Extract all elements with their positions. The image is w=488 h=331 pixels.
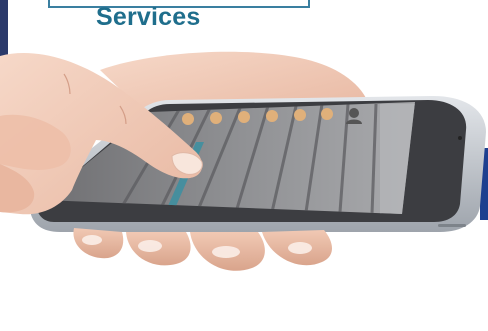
services-banner: Services <box>0 0 488 331</box>
hand-holding-phone-photo <box>0 51 487 271</box>
